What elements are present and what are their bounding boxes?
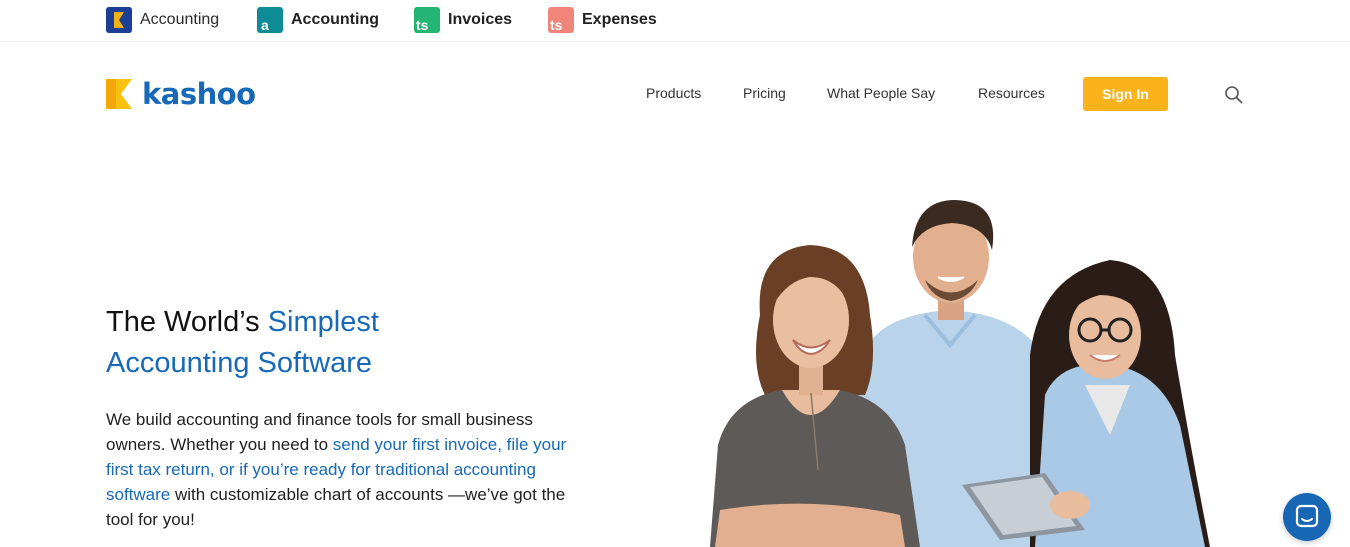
product-kashoo-accounting[interactable]: Accounting <box>106 7 219 33</box>
nav-products[interactable]: Products <box>646 85 701 101</box>
kashoo-k-logo-icon <box>106 7 132 33</box>
hero-heading-highlight: Simplest <box>267 306 379 338</box>
a-letter-logo-icon: a <box>257 7 283 33</box>
nav-resources[interactable]: Resources <box>978 85 1045 101</box>
link-send-invoice[interactable]: send your first invoice, <box>333 435 502 454</box>
product-a-accounting[interactable]: a Accounting <box>257 7 379 33</box>
brand-wordmark: kashoo <box>142 77 256 111</box>
product-invoices[interactable]: ts Invoices <box>414 7 512 33</box>
hero-people-photo <box>710 200 1210 547</box>
nav-pricing[interactable]: Pricing <box>743 85 786 101</box>
hero-description: We build accounting and finance tools fo… <box>106 407 576 532</box>
logo-glyph: a <box>261 17 269 33</box>
product-switcher-bar: Accounting a Accounting ts Invoices ts E… <box>0 0 1350 42</box>
kashoo-logo[interactable]: kashoo <box>106 77 256 111</box>
product-label: Accounting <box>291 11 379 28</box>
ts-expenses-logo-icon: ts <box>548 7 574 33</box>
ts-invoices-logo-icon: ts <box>414 7 440 33</box>
logo-glyph: ts <box>550 17 563 33</box>
hero-text: with customizable chart of accounts —we’… <box>106 485 566 529</box>
sign-in-button[interactable]: Sign In <box>1083 77 1168 111</box>
hero-heading-plain: The World’s <box>106 306 268 338</box>
hero-heading: The World’s Simplest Accounting Software <box>106 302 379 384</box>
chat-launcher-button[interactable] <box>1283 493 1331 541</box>
hero-heading-highlight-2: Accounting Software <box>106 347 372 379</box>
logo-glyph: ts <box>416 17 429 33</box>
nav-what-people-say[interactable]: What People Say <box>827 85 935 101</box>
kashoo-k-mark-icon <box>106 79 132 109</box>
product-label: Expenses <box>582 11 657 28</box>
product-label: Invoices <box>448 11 513 28</box>
search-icon[interactable] <box>1224 85 1244 105</box>
product-label: Accounting <box>140 11 220 28</box>
product-expenses[interactable]: ts Expenses <box>548 7 657 33</box>
chat-bubble-icon <box>1295 504 1319 528</box>
